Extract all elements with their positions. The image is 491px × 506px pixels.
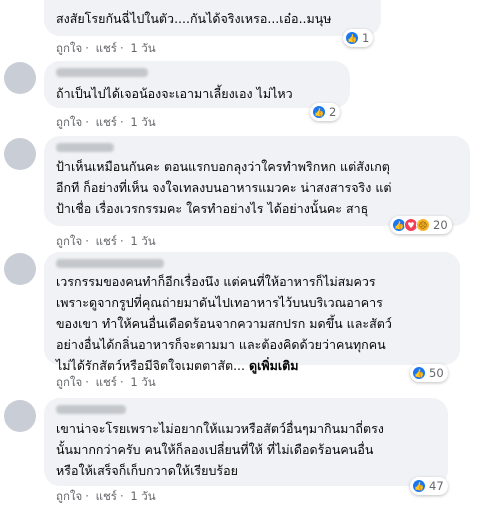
comment-bubble: เขาน่าจะโรยเพราะไม่อยากให้แมวหรือสัตว์อื…	[44, 398, 448, 486]
comment-actions: ถูกใจ · แชร์ · 1 วัน	[56, 233, 159, 251]
separator: ·	[85, 41, 89, 55]
avatar[interactable]	[4, 400, 36, 432]
comment-bubble: ป้าเห็นเหมือนกันคะ ตอนแรกบอกลุงว่าใครทำพ…	[44, 136, 470, 226]
avatar[interactable]	[4, 138, 36, 170]
comment-text: ถ้าเป็นไปได้เจอน้องจะเอามาเลี้ยงเอง ไม่ไ…	[56, 86, 293, 101]
comment-text: เวรกรรมของคนทำก็อีกเรื่องนึง แต่คนที่ให้…	[56, 271, 448, 376]
share-link[interactable]: แชร์	[96, 375, 117, 389]
reaction-count: 47	[429, 479, 444, 493]
comment-bubble: เวรกรรมของคนทำก็อีกเรื่องนึง แต่คนที่ให้…	[44, 252, 460, 373]
share-link[interactable]: แชร์	[96, 234, 117, 248]
like-icon: 👍	[345, 31, 359, 45]
reaction-summary[interactable]: 👍 1	[343, 29, 374, 47]
like-icon: 👍	[412, 479, 426, 493]
separator: ·	[85, 489, 89, 503]
like-link[interactable]: ถูกใจ	[56, 115, 82, 129]
comment-text: เขาน่าจะโรยเพราะไม่อยากให้แมวหรือสัตว์อื…	[56, 421, 384, 478]
reaction-count: 1	[362, 31, 370, 45]
separator: ·	[120, 489, 124, 503]
commenter-name[interactable]	[56, 259, 164, 268]
timestamp[interactable]: 1 วัน	[130, 115, 155, 129]
separator: ·	[120, 115, 124, 129]
timestamp[interactable]: 1 วัน	[130, 41, 155, 55]
reaction-summary[interactable]: 👍 ♥ ☹ 20	[390, 216, 452, 234]
reaction-count: 2	[329, 105, 337, 119]
reaction-summary[interactable]: 👍 47	[410, 477, 448, 495]
share-link[interactable]: แชร์	[96, 489, 117, 503]
timestamp[interactable]: 1 วัน	[130, 375, 155, 389]
see-more-link[interactable]: ดูเพิ่มเติม	[249, 358, 299, 373]
separator: ·	[120, 375, 124, 389]
share-link[interactable]: แชร์	[96, 115, 117, 129]
comment-bubble: ถ้าเป็นไปได้เจอน้องจะเอามาเลี้ยงเอง ไม่ไ…	[44, 61, 350, 108]
comment-actions: ถูกใจ · แชร์ · 1 วัน	[56, 114, 159, 132]
reaction-count: 20	[433, 218, 448, 232]
comment-bubble: สงสัยโรยกันฉี่ไปในตัว....กันได้จริงเหรอ.…	[44, 0, 381, 36]
commenter-name[interactable]	[56, 68, 148, 77]
separator: ·	[120, 234, 124, 248]
reaction-summary[interactable]: 👍 50	[410, 364, 448, 382]
like-link[interactable]: ถูกใจ	[56, 234, 82, 248]
share-link[interactable]: แชร์	[96, 41, 117, 55]
avatar[interactable]	[4, 253, 36, 285]
commenter-name[interactable]	[56, 405, 126, 414]
comment-body: เวรกรรมของคนทำก็อีกเรื่องนึง แต่คนที่ให้…	[56, 274, 392, 373]
comment-actions: ถูกใจ · แชร์ · 1 วัน	[56, 40, 159, 58]
separator: ·	[85, 234, 89, 248]
separator: ·	[120, 41, 124, 55]
timestamp[interactable]: 1 วัน	[130, 234, 155, 248]
like-icon: 👍	[312, 105, 326, 119]
separator: ·	[85, 375, 89, 389]
comment-actions: ถูกใจ · แชร์ · 1 วัน	[56, 374, 159, 392]
sad-icon: ☹	[416, 218, 430, 232]
comment-text: ป้าเห็นเหมือนกันคะ ตอนแรกบอกลุงว่าใครทำพ…	[56, 159, 392, 216]
reaction-summary[interactable]: 👍 2	[310, 103, 341, 121]
avatar[interactable]	[4, 62, 36, 94]
commenter-name[interactable]	[56, 143, 114, 152]
separator: ·	[85, 115, 89, 129]
like-icon: 👍	[412, 366, 426, 380]
timestamp[interactable]: 1 วัน	[130, 489, 155, 503]
comment-text: สงสัยโรยกันฉี่ไปในตัว....กันได้จริงเหรอ.…	[56, 11, 332, 26]
comment-actions: ถูกใจ · แชร์ · 1 วัน	[56, 488, 159, 506]
reaction-count: 50	[429, 366, 444, 380]
like-link[interactable]: ถูกใจ	[56, 489, 82, 503]
like-link[interactable]: ถูกใจ	[56, 41, 82, 55]
like-link[interactable]: ถูกใจ	[56, 375, 82, 389]
